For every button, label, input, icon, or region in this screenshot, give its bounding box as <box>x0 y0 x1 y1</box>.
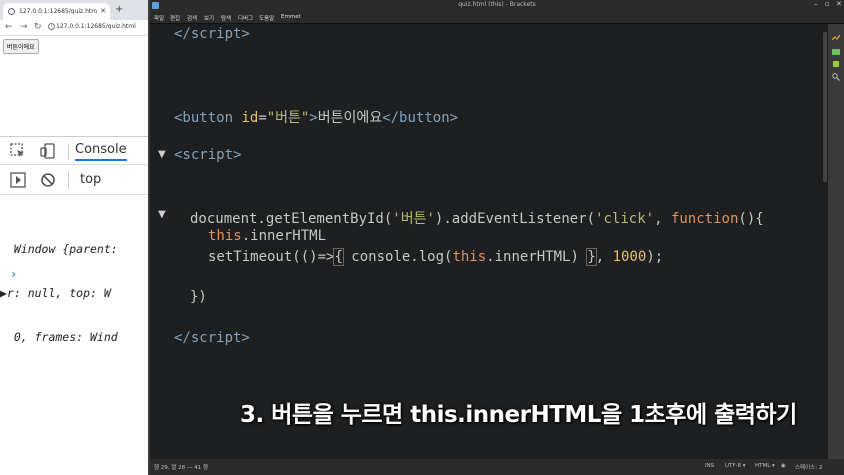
fold-arrow-icon[interactable]: ▼ <box>158 149 166 160</box>
code-line: this.innerHTML <box>208 228 327 244</box>
toolbar-divider <box>68 143 69 159</box>
page-content: 버튼이에요 <box>0 36 148 134</box>
scrollbar-thumb[interactable] <box>823 32 827 182</box>
cursor-position[interactable]: 행 29, 열 28 — 41 행 <box>154 463 208 471</box>
browser-window: 127.0.0.1:12685/quiz.htm ✕ + ← → ↻ i 127… <box>0 0 148 475</box>
language-select[interactable]: HTML ▾ <box>755 463 775 469</box>
globe-icon <box>8 8 15 15</box>
console-line[interactable]: Window {parent: <box>0 241 148 257</box>
address-bar: ← → ↻ i 127.0.0.1:12685/quiz.html <box>0 20 148 36</box>
console-line[interactable]: 0, frames: Wind <box>0 329 148 345</box>
code-line: <script> <box>174 147 242 163</box>
menu-item-file[interactable]: 파일 <box>154 14 164 22</box>
sidebar-toggle-icon[interactable] <box>10 172 26 188</box>
page-button[interactable]: 버튼이에요 <box>3 39 39 54</box>
encoding-select[interactable]: UTF-8 ▾ <box>725 463 746 469</box>
browser-tab[interactable]: 127.0.0.1:12685/quiz.htm ✕ <box>3 3 110 20</box>
url-field[interactable]: 127.0.0.1:12685/quiz.html <box>56 23 136 30</box>
menu-item-debug[interactable]: 디버그 <box>238 14 253 22</box>
lint-status-icon[interactable]: ◉ <box>781 463 786 469</box>
devtools-toolbar: Console <box>0 137 148 165</box>
menu-item-navigate[interactable]: 탐색 <box>221 14 231 22</box>
tab-console[interactable]: Console <box>75 142 127 161</box>
console-line[interactable]: ▶r: null, top: W <box>0 285 148 301</box>
live-preview-icon[interactable] <box>832 34 840 42</box>
title-bar: quiz.html (this) - Brackets – ▫ ✕ <box>150 0 844 12</box>
forward-icon[interactable]: → <box>20 22 28 32</box>
console-prompt-icon[interactable]: › <box>10 267 17 281</box>
code-line: setTimeout(()=>{ console.log(this.innerH… <box>208 248 664 266</box>
close-window-icon[interactable]: ✕ <box>836 0 842 8</box>
close-tab-icon[interactable]: ✕ <box>100 7 106 15</box>
puzzle-icon[interactable] <box>832 60 840 68</box>
browser-tab-bar: 127.0.0.1:12685/quiz.htm ✕ + <box>0 0 148 20</box>
insert-mode[interactable]: INS <box>705 463 714 469</box>
code-line: <button id="버튼">버튼이에요</button> <box>174 110 459 126</box>
extension-toolbar <box>828 24 844 459</box>
window-title: quiz.html (this) - Brackets <box>458 1 536 8</box>
code-line: document.getElementById('버튼').addEventLi… <box>190 211 764 227</box>
context-selector[interactable]: top <box>80 172 101 187</box>
maximize-icon[interactable]: ▫ <box>825 0 830 8</box>
menu-item-view[interactable]: 보기 <box>204 14 214 22</box>
code-line: </script> <box>174 26 250 42</box>
device-toolbar-icon[interactable] <box>40 143 56 159</box>
code-line: </script> <box>174 330 250 346</box>
browser-tab-title: 127.0.0.1:12685/quiz.htm <box>19 8 98 15</box>
minimize-icon[interactable]: – <box>814 0 818 8</box>
back-icon[interactable]: ← <box>5 22 13 32</box>
screen: 127.0.0.1:12685/quiz.htm ✕ + ← → ↻ i 127… <box>0 0 844 475</box>
new-tab-button[interactable]: + <box>115 4 123 15</box>
reload-icon[interactable]: ↻ <box>34 22 42 32</box>
info-icon[interactable]: i <box>48 23 55 30</box>
devtools-panel: Console top Window {parent: ▶r: null, to… <box>0 136 148 475</box>
menu-bar: 파일 편집 검색 보기 탐색 디버그 도움말 Emmet <box>150 12 844 24</box>
clear-console-icon[interactable] <box>40 172 56 188</box>
status-bar: 행 29, 열 28 — 41 행 INS UTF-8 ▾ HTML ▾ ◉ 스… <box>150 459 844 475</box>
inspect-element-icon[interactable] <box>10 143 26 159</box>
menu-item-help[interactable]: 도움말 <box>259 14 274 22</box>
extension-manager-icon[interactable] <box>832 47 840 55</box>
video-caption: 3. 버튼을 누르면 this.innerHTML을 1초후에 출력하기 <box>240 402 797 428</box>
menu-item-emmet[interactable]: Emmet <box>281 14 301 20</box>
indent-setting[interactable]: 스페이스: 2 <box>795 463 822 471</box>
code-line: }) <box>190 289 207 305</box>
fold-arrow-icon[interactable]: ▼ <box>158 209 166 220</box>
menu-item-find[interactable]: 검색 <box>187 14 197 22</box>
search-icon[interactable] <box>832 73 840 81</box>
console-output: Window {parent: ▶r: null, top: W 0, fram… <box>0 213 148 373</box>
code-editor[interactable]: </script> <button id="버튼">버튼이에요</button>… <box>150 24 822 459</box>
toolbar-divider <box>68 171 69 189</box>
menu-item-edit[interactable]: 편집 <box>170 14 180 22</box>
console-toolbar: top <box>0 165 148 195</box>
